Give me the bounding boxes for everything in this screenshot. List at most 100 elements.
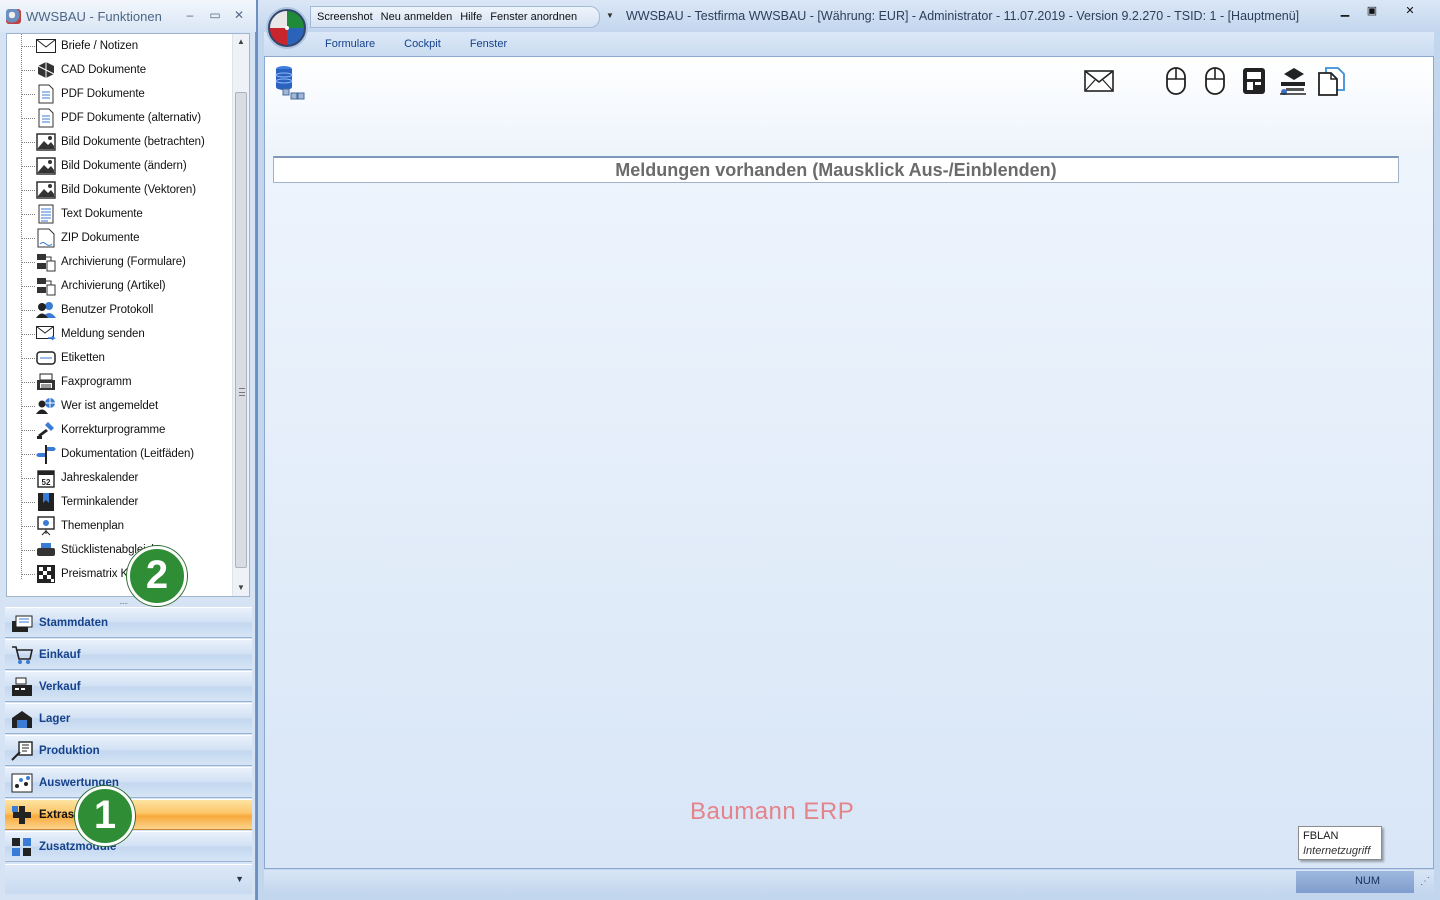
tree-connector-line <box>21 405 35 407</box>
chevron-down-icon[interactable]: ▼ <box>235 874 244 884</box>
messages-bar[interactable]: Meldungen vorhanden (Mausklick Aus-/Einb… <box>273 156 1399 183</box>
tree-item[interactable]: 52 Jahreskalender <box>21 467 138 489</box>
tree-item-label: PDF Dokumente (alternativ) <box>61 112 201 124</box>
label-icon <box>36 349 56 367</box>
tree-scrollbar[interactable]: ▲ ▼ <box>232 34 249 596</box>
nav-button-label: Stammdaten <box>39 616 109 629</box>
resize-grip-icon[interactable]: ⋰ <box>1420 876 1430 887</box>
tree-item[interactable]: Archivierung (Artikel) <box>21 275 166 297</box>
extras-icon <box>11 805 33 825</box>
zip-icon <box>36 228 56 248</box>
tree-item[interactable]: Korrekturprogramme <box>21 419 165 441</box>
tree-connector-line <box>21 429 35 431</box>
tree-item-label: Text Dokumente <box>61 208 143 220</box>
analytics-icon <box>11 773 33 793</box>
cart-icon <box>11 645 33 665</box>
app-orb-button[interactable] <box>268 9 306 47</box>
tree-item[interactable]: Terminkalender <box>21 491 138 513</box>
restore-button[interactable]: ▭ <box>205 7 225 23</box>
qat-hilfe[interactable]: Hilfe <box>460 11 482 23</box>
tree-item[interactable]: Bild Dokumente (ändern) <box>21 155 187 177</box>
num-lock-indicator: NUM <box>1354 875 1380 887</box>
nav-button-zusatzmodule[interactable]: Zusatzmodule <box>5 831 252 862</box>
tree-connector-line <box>21 189 35 191</box>
nav-button-einkauf[interactable]: Einkauf <box>5 639 252 670</box>
tab-formulare[interactable]: Formulare <box>325 38 375 50</box>
connection-name: FBLAN <box>1303 830 1339 842</box>
nav-button-label: Lager <box>39 712 71 725</box>
nav-button-stammdaten[interactable]: Stammdaten <box>5 607 252 638</box>
masterdata-icon <box>11 613 33 633</box>
network-icon[interactable] <box>1277 65 1309 97</box>
connection-type: Internetzugriff <box>1303 845 1371 857</box>
tree-item[interactable]: PDF Dokumente (alternativ) <box>21 107 201 129</box>
main-minimize-button[interactable]: ▁ <box>1332 3 1358 19</box>
nav-pane-footer[interactable]: ▼ <box>5 864 252 894</box>
tree-connector-line <box>21 333 35 335</box>
image-icon <box>36 157 56 175</box>
tree-item[interactable]: Wer ist angemeldet <box>21 395 158 417</box>
tree-connector-line <box>21 261 35 263</box>
scroll-down-arrow-icon[interactable]: ▼ <box>233 580 249 596</box>
connection-indicator: FBLAN Internetzugriff <box>1298 826 1382 860</box>
tree-item-label: PDF Dokumente <box>61 88 145 100</box>
main-maximize-button[interactable]: ▣ <box>1359 3 1385 19</box>
qat-neu-anmelden[interactable]: Neu anmelden <box>381 11 453 23</box>
nav-button-verkauf[interactable]: Verkauf <box>5 671 252 702</box>
tree-item[interactable]: Meldung senden <box>21 323 145 345</box>
tree-item[interactable]: Archivierung (Formulare) <box>21 251 186 273</box>
tree-item[interactable]: Bild Dokumente (Vektoren) <box>21 179 196 201</box>
mail-icon[interactable] <box>1083 65 1115 97</box>
tree-connector-line <box>21 93 35 95</box>
svg-text:52: 52 <box>42 478 51 487</box>
nav-button-label: Einkauf <box>39 648 81 661</box>
server-icon[interactable] <box>1238 65 1270 97</box>
qat-screenshot[interactable]: Screenshot <box>317 11 373 23</box>
tree-connector-line <box>21 309 35 311</box>
tab-cockpit[interactable]: Cockpit <box>404 38 441 50</box>
ribbon-tabs: Formulare Cockpit Fenster <box>264 32 1434 56</box>
tab-fenster[interactable]: Fenster <box>470 38 507 50</box>
tree-item[interactable]: Themenplan <box>21 515 124 537</box>
scroll-up-arrow-icon[interactable]: ▲ <box>233 34 249 50</box>
tree-item-label: CAD Dokumente <box>61 64 146 76</box>
tree-item[interactable]: Dokumentation (Leitfäden) <box>21 443 194 465</box>
tree-item[interactable]: Faxprogramm <box>21 371 132 393</box>
tree-item[interactable]: ZIP Dokumente <box>21 227 139 249</box>
tree-connector-line <box>21 501 35 503</box>
main-close-button[interactable]: ✕ <box>1388 3 1432 19</box>
nav-button-produktion[interactable]: Produktion <box>5 735 252 766</box>
tree-item-label: Bild Dokumente (Vektoren) <box>61 184 196 196</box>
tree-connector-line <box>21 117 35 119</box>
copy-document-icon[interactable] <box>1315 65 1347 97</box>
image-icon <box>36 181 56 199</box>
mouse-right-icon[interactable] <box>1199 65 1231 97</box>
tree-item[interactable]: Text Dokumente <box>21 203 143 225</box>
tree-item-label: Archivierung (Artikel) <box>61 280 166 292</box>
nav-button-lager[interactable]: Lager <box>5 703 252 734</box>
tree-item[interactable]: Bild Dokumente (betrachten) <box>21 131 205 153</box>
tree-item-label: Archivierung (Formulare) <box>61 256 186 268</box>
production-icon <box>11 740 33 761</box>
callout-badge-1: 1 <box>75 786 135 846</box>
fax-icon <box>36 373 56 391</box>
tree-item[interactable]: Etiketten <box>21 347 105 369</box>
tree-item[interactable]: CAD Dokumente <box>21 59 146 81</box>
tree-item[interactable]: Benutzer Protokoll <box>21 299 153 321</box>
scroll-thumb[interactable] <box>235 92 247 568</box>
mouse-icon[interactable] <box>1160 65 1192 97</box>
cash-register-icon <box>11 677 33 697</box>
tree-connector-line <box>21 165 35 167</box>
panel-splitter[interactable]: ····· <box>4 598 252 608</box>
tree-item[interactable]: PDF Dokumente <box>21 83 145 105</box>
main-window: Screenshot Neu anmelden Hilfe Fenster an… <box>258 0 1440 900</box>
database-icon[interactable] <box>275 65 305 101</box>
close-button[interactable]: ✕ <box>229 7 249 23</box>
qat-dropdown-icon[interactable]: ▼ <box>606 11 614 20</box>
nav-button-auswertungen[interactable]: Auswertungen <box>5 767 252 798</box>
qat-fenster-anordnen[interactable]: Fenster anordnen <box>490 11 577 23</box>
minimize-button[interactable]: – <box>180 7 200 23</box>
signpost-icon <box>36 445 56 464</box>
tree-item[interactable]: Briefe / Notizen <box>21 35 138 57</box>
tree-item[interactable]: Preismatrix KF <box>21 563 135 585</box>
